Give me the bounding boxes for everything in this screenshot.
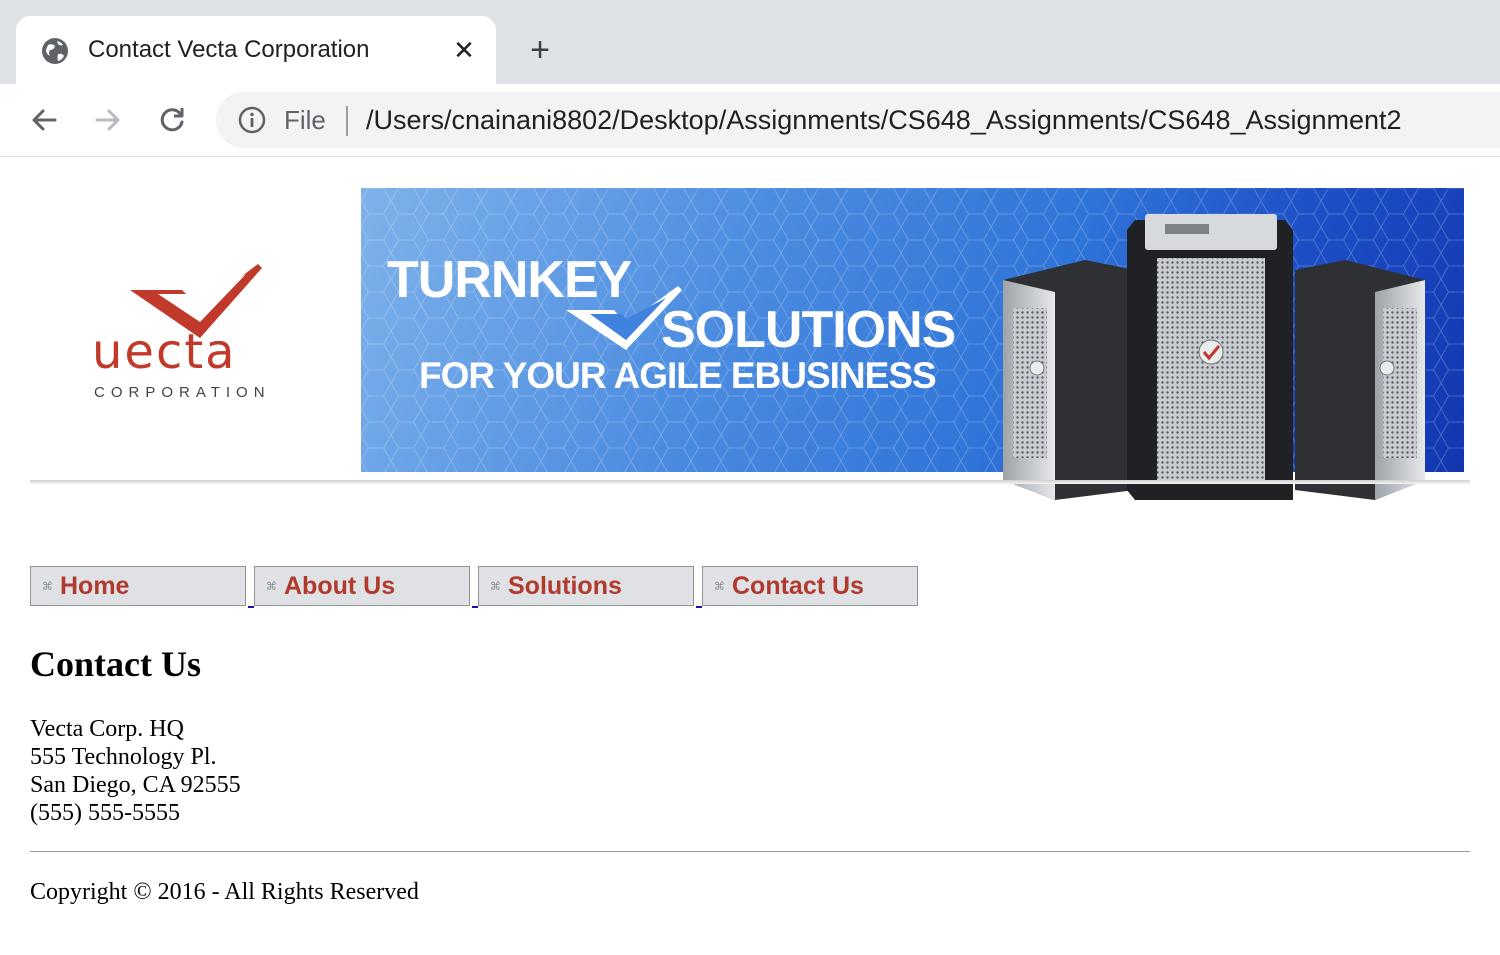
address-line-3: San Diego, CA 92555 (30, 772, 241, 798)
nav-item-solutions[interactable]: ⌘ Solutions (478, 566, 694, 606)
address-bar[interactable]: File /Users/cnainani8802/Desktop/Assignm… (216, 92, 1500, 148)
nav-label[interactable]: About Us (284, 572, 395, 600)
info-icon[interactable] (238, 106, 266, 134)
nav-item-contact-us[interactable]: ⌘ Contact Us (702, 566, 918, 606)
browser-tab[interactable]: Contact Vecta Corporation ✕ (16, 16, 496, 84)
contact-address: Vecta Corp. HQ 555 Technology Pl. San Di… (30, 715, 241, 827)
url-text[interactable]: /Users/cnainani8802/Desktop/Assignments/… (366, 106, 1402, 134)
header-divider (30, 480, 1470, 484)
reload-icon[interactable] (154, 102, 190, 138)
omnibox-divider (346, 106, 348, 136)
logo-wordmark: uecta (92, 324, 237, 380)
footer-divider (30, 851, 1470, 852)
nav-label[interactable]: Contact Us (732, 572, 864, 600)
servers-image (1003, 214, 1425, 500)
browser-toolbar: File /Users/cnainani8802/Desktop/Assignm… (0, 84, 1500, 157)
logo-subtitle: CORPORATION (94, 384, 271, 401)
close-tab-icon[interactable]: ✕ (450, 36, 478, 64)
back-icon[interactable] (26, 102, 62, 138)
new-tab-icon[interactable]: + (522, 32, 558, 68)
page-heading: Contact Us (30, 644, 201, 684)
nav-label[interactable]: Home (60, 572, 129, 600)
nav-bullet-icon: ⌘ (266, 581, 277, 593)
nav-label[interactable]: Solutions (508, 572, 622, 600)
banner-line-2: SOLUTIONS (661, 301, 956, 359)
vecta-logo: uecta CORPORATION (80, 250, 320, 410)
browser-tab-strip: Contact Vecta Corporation ✕ + (0, 0, 1500, 84)
copyright-text: Copyright © 2016 - All Rights Reserved (30, 879, 419, 905)
phone-number: (555) 555-5555 (30, 800, 180, 826)
address-line-2: 555 Technology Pl. (30, 744, 217, 770)
nav-link-gap (472, 606, 478, 608)
banner-line-3: FOR YOUR AGILE EBUSINESS (419, 355, 937, 396)
nav-item-home[interactable]: ⌘ Home (30, 566, 246, 606)
nav-link-gap (696, 606, 702, 608)
nav-link-gap (248, 606, 254, 608)
nav-item-about-us[interactable]: ⌘ About Us (254, 566, 470, 606)
globe-icon (42, 38, 68, 64)
nav-bullet-icon: ⌘ (490, 581, 501, 593)
file-scheme-label: File (284, 105, 326, 135)
nav-bullet-icon: ⌘ (42, 581, 53, 593)
tab-title: Contact Vecta Corporation (88, 36, 370, 63)
forward-icon[interactable] (90, 102, 126, 138)
address-line-1: Vecta Corp. HQ (30, 716, 184, 742)
nav-bullet-icon: ⌘ (714, 581, 725, 593)
